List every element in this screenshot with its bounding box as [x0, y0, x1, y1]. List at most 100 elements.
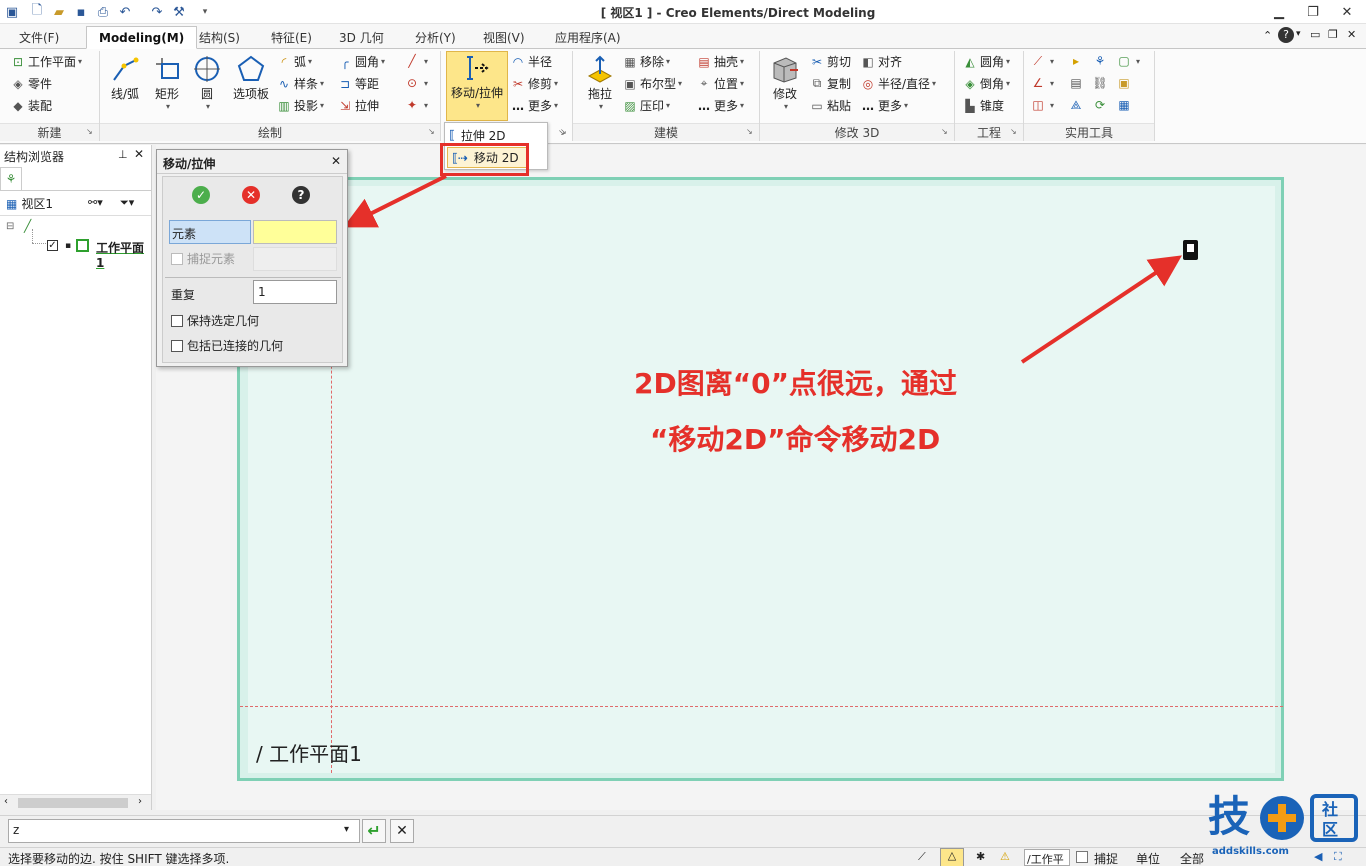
- eng-fillet-button[interactable]: ◭ 圆角 ▾: [962, 53, 1010, 70]
- workplane-tree-item[interactable]: 工作平面1: [96, 239, 151, 270]
- tool-select-button[interactable]: ▸: [1068, 53, 1086, 69]
- workplane-field[interactable]: /工作平: [1024, 849, 1070, 866]
- arc-button[interactable]: ◜ 弧 ▾: [276, 53, 312, 70]
- cut-button[interactable]: ✂ 剪切: [809, 53, 851, 70]
- new-assembly-button[interactable]: ◆ 装配: [10, 97, 52, 114]
- chamfer-button[interactable]: ◈ 倒角 ▾: [962, 75, 1010, 92]
- trim-button[interactable]: ✂ 修剪 ▾: [510, 75, 558, 92]
- paste-button[interactable]: ▭ 粘贴: [809, 97, 851, 114]
- cancel-x-icon[interactable]: ✕: [242, 186, 260, 204]
- circle-tool-button[interactable]: ⊙ ▾: [404, 75, 428, 91]
- undo-icon[interactable]: ↶: [116, 3, 134, 21]
- rectangle-button[interactable]: 矩形 ▾: [150, 53, 184, 111]
- radius-diameter-button[interactable]: ◎ 半径/直径 ▾: [860, 75, 936, 92]
- palette-button[interactable]: 选项板: [230, 53, 272, 102]
- tool-link-button[interactable]: ⛓: [1092, 75, 1110, 91]
- tool-measure-button[interactable]: ⟋ ▾: [1030, 53, 1054, 69]
- copy-button[interactable]: ⧉ 复制: [809, 75, 851, 92]
- help-dropdown-icon[interactable]: ▾: [1296, 29, 1301, 39]
- pointer-mode-icon[interactable]: ⟋: [918, 850, 926, 864]
- keep-selected-checkbox[interactable]: [171, 314, 183, 327]
- dialog-close-button[interactable]: ✕: [331, 154, 341, 168]
- pull-button[interactable]: 拖拉 ▾: [580, 53, 620, 111]
- customize-icon[interactable]: ▾: [196, 3, 214, 21]
- clear-button[interactable]: ✕: [390, 819, 414, 843]
- tool-table-button[interactable]: ▤: [1068, 75, 1086, 91]
- warning-icon[interactable]: ⚠: [1000, 850, 1010, 863]
- app-icon[interactable]: ▣: [3, 3, 21, 21]
- line-tool-button[interactable]: ╱ ▾: [404, 53, 428, 69]
- shell-button[interactable]: ▤ 抽壳 ▾: [696, 53, 744, 70]
- tab-structure[interactable]: 结构(S): [186, 26, 253, 49]
- geometry-2d[interactable]: [1183, 240, 1198, 260]
- scroll-thumb[interactable]: [18, 798, 128, 808]
- print-preview-icon[interactable]: ⎙: [94, 3, 112, 21]
- group-launcher-icon[interactable]: ↘: [86, 127, 95, 136]
- bug-icon[interactable]: ✱: [976, 850, 985, 863]
- keep-selected-row[interactable]: 保持选定几何: [171, 312, 259, 329]
- command-dropdown-icon[interactable]: ▾: [344, 824, 349, 835]
- modify-button[interactable]: 修改 ▾: [766, 53, 804, 111]
- tool-refresh-button[interactable]: ⟳: [1092, 97, 1110, 113]
- remove-button[interactable]: ▦ 移除 ▾: [622, 53, 670, 70]
- tool-frame-button[interactable]: ▢ ▾: [1116, 53, 1140, 69]
- binoculars-icon[interactable]: ⚯▾: [88, 196, 103, 209]
- circle-button[interactable]: 圆 ▾: [190, 53, 224, 111]
- line-arc-button[interactable]: 线/弧: [106, 53, 144, 102]
- new-part-button[interactable]: ◈ 零件: [10, 75, 52, 92]
- unit-label[interactable]: 单位: [1136, 850, 1160, 866]
- toolbox-icon[interactable]: ⚒: [170, 3, 188, 21]
- tab-feature[interactable]: 特征(E): [258, 26, 325, 49]
- pin-icon[interactable]: ⊥: [118, 148, 128, 161]
- minimize-button[interactable]: ▁: [1262, 2, 1296, 22]
- command-input[interactable]: z: [8, 819, 360, 843]
- capture-checkbox[interactable]: [1076, 851, 1088, 863]
- imprint-button[interactable]: ▨ 压印 ▾: [622, 97, 670, 114]
- tab-modeling[interactable]: Modeling(M): [86, 26, 198, 49]
- align-button[interactable]: ◧ 对齐: [860, 53, 902, 70]
- point-tool-button[interactable]: ✦ ▾: [404, 97, 428, 113]
- snap-mode-icon[interactable]: △: [940, 848, 964, 866]
- group-launcher-icon[interactable]: ↘: [558, 128, 567, 137]
- fillet-2d-button[interactable]: ╭ 圆角 ▾: [337, 53, 385, 70]
- include-connected-checkbox[interactable]: [171, 339, 183, 352]
- workplane-area[interactable]: [248, 186, 1275, 773]
- viewport-selector[interactable]: ▦ 视区1: [6, 195, 53, 212]
- browser-tree-tab[interactable]: ⚘: [0, 167, 22, 191]
- tab-file[interactable]: 文件(F): [6, 26, 72, 49]
- confirm-check-icon[interactable]: ✓: [192, 186, 210, 204]
- restore-button[interactable]: ❐: [1296, 2, 1330, 22]
- element-input[interactable]: [253, 220, 337, 244]
- move-stretch-button[interactable]: 移动/拉伸 ▾: [446, 51, 508, 121]
- stretch-2d-item[interactable]: ⟦ 拉伸 2D: [449, 125, 506, 145]
- stretch-button[interactable]: ⇲ 拉伸: [337, 97, 379, 114]
- tool-dimension-button[interactable]: ◫ ▾: [1030, 97, 1054, 113]
- filter-icon[interactable]: ⏷▾: [120, 196, 134, 210]
- browser-close-button[interactable]: ✕: [134, 147, 144, 161]
- tool-mesh-button[interactable]: ⟁: [1068, 97, 1086, 113]
- close-button[interactable]: ✕: [1330, 2, 1364, 22]
- group-launcher-icon[interactable]: ↘: [941, 127, 950, 136]
- horizontal-scrollbar[interactable]: ‹ ›: [0, 794, 151, 810]
- taper-button[interactable]: ▙ 锥度: [962, 97, 1004, 114]
- help-icon[interactable]: ?: [1278, 27, 1294, 43]
- more-model-button[interactable]: … 更多 ▾: [696, 97, 744, 114]
- tool-calc-button[interactable]: ▦: [1116, 97, 1134, 113]
- more-modify-button[interactable]: … 更多 ▾: [860, 97, 908, 114]
- radius-button[interactable]: ◠ 半径: [510, 53, 552, 70]
- position-button[interactable]: ⌖ 位置 ▾: [696, 75, 744, 92]
- boolean-button[interactable]: ▣ 布尔型 ▾: [622, 75, 682, 92]
- doc-minimize-button[interactable]: ▭: [1310, 28, 1320, 41]
- new-file-icon[interactable]: 🗋: [28, 3, 46, 21]
- collapse-ribbon-icon[interactable]: ⌃: [1263, 29, 1272, 42]
- tab-3d-geometry[interactable]: 3D 几何: [326, 26, 397, 49]
- capture-element-checkbox[interactable]: [171, 252, 183, 265]
- repeat-input[interactable]: 1: [253, 280, 337, 304]
- tab-view[interactable]: 视图(V): [470, 26, 538, 49]
- execute-button[interactable]: ↵: [362, 819, 386, 843]
- workplane-visibility-checkbox[interactable]: ✓: [47, 240, 58, 251]
- scroll-left-icon[interactable]: ‹: [4, 796, 8, 807]
- open-folder-icon[interactable]: ▰: [50, 3, 68, 21]
- tab-analysis[interactable]: 分析(Y): [402, 26, 469, 49]
- spline-button[interactable]: ∿ 样条 ▾: [276, 75, 324, 92]
